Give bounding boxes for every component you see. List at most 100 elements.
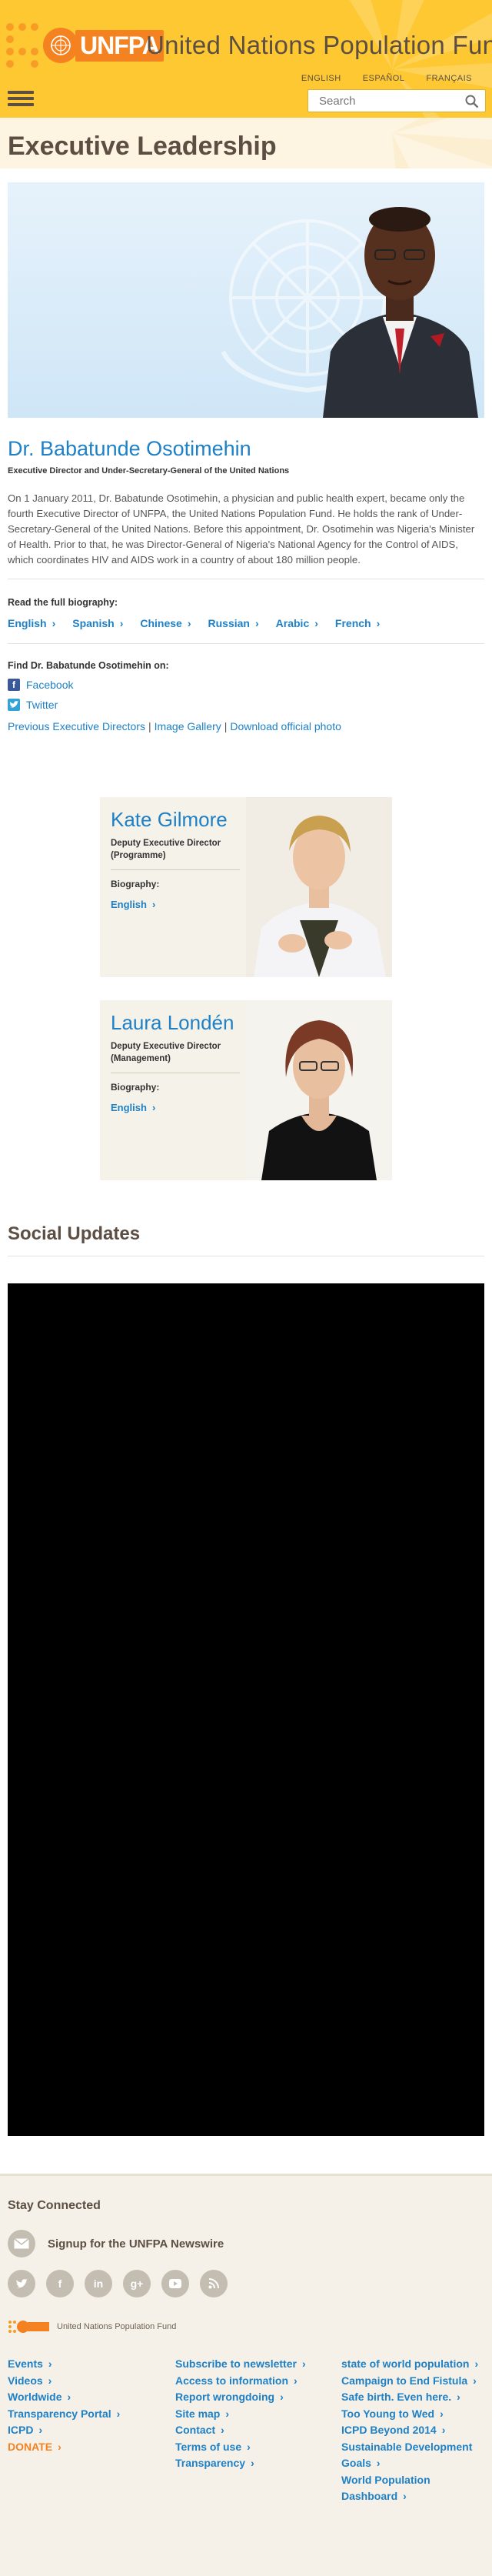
bio-link-chinese[interactable]: Chinese ›	[140, 617, 191, 629]
youtube-icon[interactable]	[161, 2270, 189, 2297]
hamburger-menu-icon[interactable]	[8, 91, 34, 109]
footer-link-report-wrongdoing[interactable]: Report wrongdoing ›	[175, 2389, 306, 2406]
footer-link-site-map[interactable]: Site map ›	[175, 2406, 306, 2423]
social-feed-embed[interactable]	[8, 1283, 484, 2136]
footer-link-safe-birth[interactable]: Safe birth. Even here. ›	[341, 2389, 480, 2406]
title-decoration	[392, 118, 492, 169]
mail-icon	[8, 2230, 35, 2257]
twitter-icon[interactable]	[8, 2270, 35, 2297]
related-links: Previous Executive Directors | Image Galle…	[8, 720, 341, 732]
biography-label: Biography:	[111, 879, 160, 889]
footer-link-terms[interactable]: Terms of use ›	[175, 2439, 306, 2456]
footer-logo[interactable]: United Nations Population Fund	[8, 2319, 176, 2334]
site-title: United Nations Population Fund	[146, 31, 492, 59]
twitter-icon	[8, 699, 20, 711]
footer-link-transparency-portal[interactable]: Transparency Portal ›	[8, 2406, 120, 2423]
lang-espanol[interactable]: ESPAÑOL	[363, 74, 405, 83]
rss-icon[interactable]	[200, 2270, 228, 2297]
deputy-card-gilmore: Kate Gilmore Deputy Executive Director (…	[100, 797, 392, 977]
facebook-icon[interactable]: f	[46, 2270, 74, 2297]
site-footer: Stay Connected Signup for the UNFPA News…	[0, 2174, 492, 2576]
footer-link-dashboard[interactable]: World Population Dashboard ›	[341, 2472, 480, 2505]
executive-bio: On 1 January 2011, Dr. Babatunde Osotime…	[8, 492, 475, 566]
facebook-link[interactable]: Facebook	[26, 679, 73, 691]
chevron-right-icon: ›	[254, 617, 259, 629]
lang-english[interactable]: ENGLISH	[301, 74, 341, 83]
chevron-right-icon: ›	[119, 617, 124, 629]
deputy-photo	[246, 1000, 392, 1180]
footer-column-3: state of world population › Campaign to E…	[341, 2356, 480, 2505]
twitter-link-row[interactable]: Twitter	[8, 699, 58, 711]
chevron-right-icon: ›	[187, 617, 191, 629]
site-header: UNFPA United Nations Population Fund ENG…	[0, 0, 492, 118]
divider	[8, 643, 484, 644]
deputy-card-londen: Laura Londén Deputy Executive Director (…	[100, 1000, 392, 1180]
page-title: Executive Leadership	[8, 132, 277, 161]
chevron-right-icon: ›	[52, 617, 56, 629]
footer-social-icons: f in g+	[8, 2270, 228, 2297]
deputy-bio-link-english[interactable]: English ›	[111, 1102, 155, 1113]
bio-link-french[interactable]: French ›	[335, 617, 380, 629]
biography-label: Biography:	[111, 1082, 160, 1093]
deputy-bio-link-english[interactable]: English ›	[111, 899, 155, 910]
footer-link-sdgs[interactable]: Sustainable Development Goals ›	[341, 2439, 480, 2472]
bio-link-spanish[interactable]: Spanish ›	[72, 617, 123, 629]
previous-directors-link[interactable]: Previous Executive Directors	[8, 720, 145, 732]
image-gallery-link[interactable]: Image Gallery	[155, 720, 221, 732]
footer-link-end-fistula[interactable]: Campaign to End Fistula ›	[341, 2373, 480, 2390]
bio-link-english[interactable]: English ›	[8, 617, 55, 629]
newswire-label: Signup for the UNFPA Newswire	[48, 2237, 224, 2251]
footer-link-transparency[interactable]: Transparency ›	[175, 2455, 306, 2472]
deputy-role: Deputy Executive Director (Programme)	[111, 839, 221, 860]
chevron-right-icon: ›	[151, 1102, 156, 1113]
divider	[111, 869, 240, 870]
page-title-band: Executive Leadership	[0, 118, 492, 169]
facebook-link-row[interactable]: f Facebook	[8, 679, 73, 691]
footer-link-worldwide[interactable]: Worldwide ›	[8, 2389, 120, 2406]
full-biography-label: Read the full biography:	[8, 597, 118, 608]
deputy-name: Kate Gilmore	[111, 808, 228, 831]
chevron-right-icon: ›	[151, 899, 156, 910]
twitter-link[interactable]: Twitter	[26, 699, 58, 711]
newswire-signup[interactable]: Signup for the UNFPA Newswire	[8, 2230, 224, 2257]
footer-link-subscribe[interactable]: Subscribe to newsletter ›	[175, 2356, 306, 2373]
footer-link-contact[interactable]: Contact ›	[175, 2422, 306, 2439]
portrait-figure	[323, 207, 478, 418]
un-emblem-icon	[43, 28, 78, 63]
chevron-right-icon: ›	[376, 617, 381, 629]
footer-link-icpd-beyond[interactable]: ICPD Beyond 2014 ›	[341, 2422, 480, 2439]
bio-link-arabic[interactable]: Arabic ›	[276, 617, 318, 629]
deputy-photo	[246, 797, 392, 977]
unfpa-logo-icon	[8, 2321, 49, 2333]
footer-link-access-information[interactable]: Access to information ›	[175, 2373, 306, 2390]
deputy-name: Laura Londén	[111, 1011, 234, 1034]
executive-name: Dr. Babatunde Osotimehin	[8, 437, 251, 460]
googleplus-icon[interactable]: g+	[123, 2270, 151, 2297]
deputy-role: Deputy Executive Director (Management)	[111, 1042, 221, 1063]
language-switcher: ENGLISH ESPAÑOL FRANÇAIS	[301, 74, 472, 83]
footer-link-events[interactable]: Events ›	[8, 2356, 120, 2373]
chevron-right-icon: ›	[314, 617, 318, 629]
search-box	[308, 89, 486, 112]
lang-francais[interactable]: FRANÇAIS	[426, 74, 472, 83]
search-input[interactable]	[308, 90, 454, 112]
executive-role: Executive Director and Under-Secretary-G…	[8, 466, 290, 475]
facebook-icon: f	[8, 679, 20, 691]
footer-link-swop[interactable]: state of world population ›	[341, 2356, 480, 2373]
footer-link-icpd[interactable]: ICPD ›	[8, 2422, 120, 2439]
bio-link-russian[interactable]: Russian ›	[208, 617, 259, 629]
footer-column-1: Events › Videos › Worldwide › Transparency …	[8, 2356, 120, 2455]
footer-logo-caption: United Nations Population Fund	[57, 2322, 177, 2331]
search-icon[interactable]	[465, 95, 479, 108]
executive-director-photo	[8, 182, 484, 418]
linkedin-icon[interactable]: in	[85, 2270, 112, 2297]
find-on-label: Find Dr. Babatunde Osotimehin on:	[8, 660, 169, 671]
footer-column-2: Subscribe to newsletter › Access to infor…	[175, 2356, 306, 2472]
footer-link-videos[interactable]: Videos ›	[8, 2373, 120, 2390]
footer-link-too-young[interactable]: Too Young to Wed ›	[341, 2406, 480, 2423]
social-updates-title: Social Updates	[8, 1223, 141, 1244]
stay-connected-heading: Stay Connected	[8, 2199, 101, 2212]
footer-link-donate[interactable]: DONATE ›	[8, 2439, 120, 2456]
download-photo-link[interactable]: Download official photo	[230, 720, 341, 732]
biography-language-links: English › Spanish › Chinese › Russian › Arab…	[8, 617, 380, 629]
